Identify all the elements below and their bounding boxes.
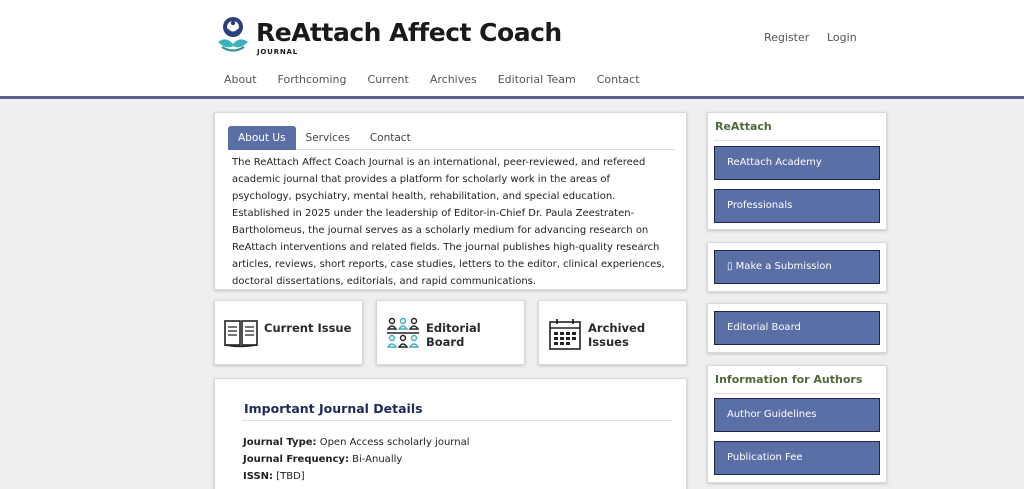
professionals-button[interactable]: Professionals xyxy=(714,189,880,223)
sidebar-divider xyxy=(714,140,880,141)
open-book-icon xyxy=(224,320,258,348)
nav-current[interactable]: Current xyxy=(368,73,409,86)
tab-about-us[interactable]: About Us xyxy=(228,126,296,150)
archived-issues-label-line1: Archived xyxy=(588,321,646,335)
login-link[interactable]: Login xyxy=(827,31,857,44)
sidebar-reattach-block: ReAttach ReAttach Academy Professionals xyxy=(707,112,887,230)
nav-editorial-team[interactable]: Editorial Team xyxy=(498,73,576,86)
editorial-board-card[interactable]: Editorial Board xyxy=(376,300,525,365)
archived-issues-label-line2: Issues xyxy=(588,335,629,349)
nav-forthcoming[interactable]: Forthcoming xyxy=(278,73,347,86)
calendar-icon xyxy=(549,319,581,350)
editorial-board-button[interactable]: Editorial Board xyxy=(714,311,880,345)
detail-row: Journal Type: Open Access scholarly jour… xyxy=(243,437,470,448)
sidebar-editorial-block: Editorial Board xyxy=(707,303,887,353)
archived-issues-card[interactable]: Archived Issues xyxy=(538,300,687,365)
sidebar-submission-block: ▯ Make a Submission xyxy=(707,242,887,292)
make-submission-button[interactable]: ▯ Make a Submission xyxy=(714,250,880,284)
details-title: Important Journal Details xyxy=(244,401,423,416)
journal-details-panel: Important Journal Details Journal Type: … xyxy=(214,378,687,489)
editorial-board-label-line2: Board xyxy=(426,335,465,349)
current-issue-card[interactable]: Current Issue xyxy=(214,300,363,365)
about-tabs: About Us Services Contact xyxy=(228,126,675,150)
nav-about[interactable]: About xyxy=(224,73,257,86)
current-issue-label: Current Issue xyxy=(264,321,352,335)
editorial-board-label-line1: Editorial xyxy=(426,321,481,335)
sidebar-divider xyxy=(714,393,880,394)
sidebar-authors-title: Information for Authors xyxy=(715,373,863,386)
reattach-logo-icon[interactable] xyxy=(216,16,250,54)
detail-row: Journal Frequency: Bi-Anually xyxy=(243,454,403,465)
publication-fee-button[interactable]: Publication Fee xyxy=(714,441,880,475)
header-divider xyxy=(0,96,1024,99)
tab-services[interactable]: Services xyxy=(296,126,360,150)
reattach-academy-button[interactable]: ReAttach Academy xyxy=(714,146,880,180)
about-description: The ReAttach Affect Coach Journal is an … xyxy=(232,157,665,287)
site-header: ReAttach Affect Coach JOURNAL Register L… xyxy=(0,0,1024,96)
people-group-icon xyxy=(386,317,420,348)
register-link[interactable]: Register xyxy=(764,31,809,44)
nav-contact[interactable]: Contact xyxy=(597,73,640,86)
author-guidelines-button[interactable]: Author Guidelines xyxy=(714,398,880,432)
detail-row: ISSN: [TBD] xyxy=(243,471,305,482)
about-panel: About Us Services Contact The ReAttach A… xyxy=(214,112,687,290)
details-divider xyxy=(242,420,673,421)
nav-archives[interactable]: Archives xyxy=(430,73,477,86)
site-subtitle: JOURNAL xyxy=(257,48,298,56)
site-title[interactable]: ReAttach Affect Coach xyxy=(256,18,562,47)
tab-contact[interactable]: Contact xyxy=(360,126,421,150)
sidebar-authors-block: Information for Authors Author Guideline… xyxy=(707,365,887,483)
sidebar-reattach-title: ReAttach xyxy=(715,120,772,133)
main-navigation: About Forthcoming Current Archives Edito… xyxy=(224,73,661,86)
